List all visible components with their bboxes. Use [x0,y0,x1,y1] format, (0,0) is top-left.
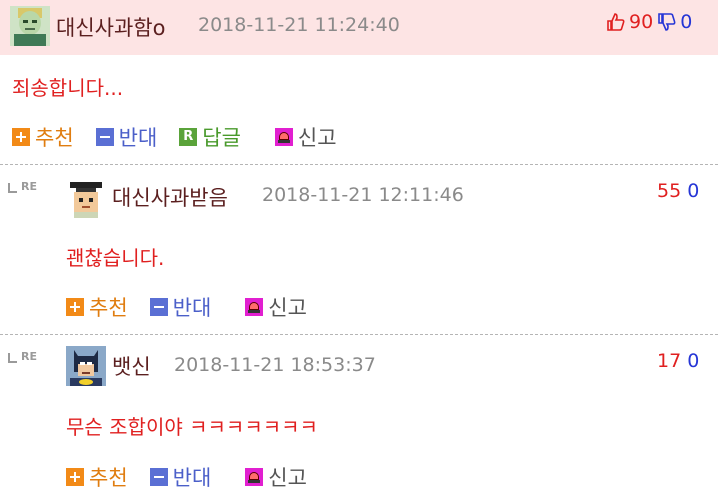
comment-divider [0,334,718,335]
comment-content: 괜찮습니다. [66,246,165,270]
oppose-minus-icon [149,468,168,486]
avatar-graduate[interactable] [66,178,106,218]
report-button[interactable]: 신고 [245,292,307,322]
report-label: 신고 [268,296,307,320]
reply-icon: R [179,128,198,146]
avatar-zombie[interactable] [10,6,50,46]
comment-content: 죄송합니다... [12,76,124,100]
recommend-label: 추천 [89,296,128,320]
recommend-plus-icon [66,298,84,316]
thumbs-up-icon[interactable] [606,12,626,32]
report-siren-icon [245,298,264,316]
reply-label: 답글 [202,126,241,150]
recommend-plus-icon [12,128,30,146]
oppose-button[interactable]: 반대 [149,292,212,322]
oppose-label: 반대 [172,466,212,490]
recommend-plus-icon [66,468,84,486]
report-label: 신고 [297,126,337,150]
vote-counts: 90 0 [606,11,692,33]
comment-timestamp: 2018-11-21 18:53:37 [174,354,376,376]
downvote-count[interactable]: 0 [687,180,699,202]
comment-nickname[interactable]: 뱃신 [112,351,151,381]
downvote-count: 0 [680,11,693,33]
comment-nickname[interactable]: 대신사과받음 [112,182,228,212]
comment-timestamp: 2018-11-21 11:24:40 [198,14,400,36]
avatar-batman[interactable] [66,346,106,386]
comment-nickname[interactable]: 대신사과함o [56,12,165,42]
downvote-count[interactable]: 0 [687,350,699,372]
recommend-button[interactable]: 추천 [66,462,128,492]
vote-counts: 55 0 [657,180,699,202]
upvote-count: 90 [629,11,654,33]
report-button[interactable]: 신고 [274,122,337,152]
oppose-minus-icon [149,298,168,316]
oppose-button[interactable]: 반대 [95,122,158,152]
oppose-button[interactable]: 반대 [149,462,212,492]
comment-actions: 추천 반대 신고 [66,292,329,322]
recommend-label: 추천 [89,466,128,490]
oppose-minus-icon [95,128,114,146]
comment-divider [0,164,718,165]
comment-actions: 추천 반대 신고 [66,462,329,492]
report-button[interactable]: 신고 [245,462,307,492]
oppose-label: 반대 [118,126,158,150]
upvote-count[interactable]: 55 [657,180,681,202]
report-siren-icon [245,468,264,486]
comment-timestamp: 2018-11-21 12:11:46 [262,184,464,206]
recommend-label: 추천 [35,126,74,150]
comment-content: 무슨 조합이야 ㅋㅋㅋㅋㅋㅋㅋ [66,415,318,439]
upvote-count[interactable]: 17 [657,350,681,372]
recommend-button[interactable]: 추천 [66,292,128,322]
report-label: 신고 [268,466,307,490]
report-siren-icon [274,128,293,146]
reply-arrow-icon: RE [8,350,37,363]
thumbs-down-icon[interactable] [657,12,677,32]
comment-actions: 추천 반대 R 답글 신고 [12,122,359,152]
vote-counts: 17 0 [657,350,699,372]
oppose-label: 반대 [172,296,212,320]
reply-button[interactable]: R 답글 [179,122,241,152]
reply-arrow-icon: RE [8,180,37,193]
recommend-button[interactable]: 추천 [12,122,74,152]
